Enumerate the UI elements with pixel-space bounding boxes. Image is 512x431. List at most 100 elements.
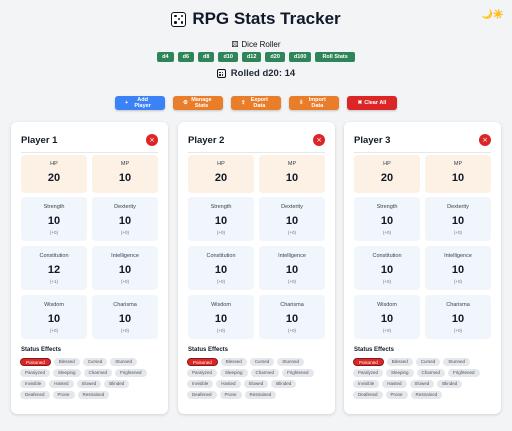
status-chip-hasted[interactable]: Hasted — [216, 380, 241, 388]
stat-wisdom[interactable]: Wisdom 10 (+0) — [21, 295, 87, 339]
status-chip-prone[interactable]: Prone — [385, 391, 408, 399]
remove-player-button[interactable]: × — [146, 134, 158, 146]
stat-value[interactable]: 10 — [354, 313, 420, 325]
status-chip-poisoned[interactable]: Poisoned — [20, 358, 51, 366]
stat-constitution[interactable]: Constitution 10 (+0) — [354, 246, 420, 290]
manage-stats-button[interactable]: ⚙ Manage Stats — [173, 96, 223, 110]
status-chip-blinded[interactable]: Blinded — [104, 380, 130, 388]
stat-value[interactable]: 20 — [21, 172, 87, 184]
status-chip-sleeping[interactable]: Sleeping — [220, 369, 248, 377]
player-name[interactable]: Player 3 — [354, 134, 491, 148]
status-chip-charmed[interactable]: Charmed — [250, 369, 280, 377]
stat-value[interactable]: 20 — [354, 172, 420, 184]
stat-value[interactable]: 20 — [188, 172, 254, 184]
status-chip-paralyzed[interactable]: Paralyzed — [20, 369, 51, 377]
status-chip-blessed[interactable]: Blessed — [53, 358, 80, 366]
status-chip-slowed[interactable]: Slowed — [243, 380, 269, 388]
clear-all-button[interactable]: ✖ Clear All — [347, 96, 397, 110]
status-chip-deafened[interactable]: Deafened — [187, 391, 217, 399]
status-chip-frightened[interactable]: Frightened — [282, 369, 314, 377]
stat-strength[interactable]: Strength 10 (+0) — [354, 197, 420, 241]
stat-value[interactable]: 10 — [188, 264, 254, 276]
status-chip-charmed[interactable]: Charmed — [416, 369, 446, 377]
status-chip-invisible[interactable]: Invisible — [353, 380, 380, 388]
roll-d10-button[interactable]: d10 — [218, 52, 238, 62]
stat-value[interactable]: 10 — [188, 215, 254, 227]
status-chip-frightened[interactable]: Frightened — [448, 369, 480, 377]
stat-wisdom[interactable]: Wisdom 10 (+0) — [188, 295, 254, 339]
stat-value[interactable]: 10 — [92, 172, 158, 184]
stat-charisma[interactable]: Charisma 10 (+0) — [425, 295, 491, 339]
stat-value[interactable]: 10 — [92, 215, 158, 227]
status-chip-restrained[interactable]: Restrained — [244, 391, 277, 399]
stat-intelligence[interactable]: Intelligence 10 (+0) — [259, 246, 325, 290]
status-chip-invisible[interactable]: Invisible — [187, 380, 214, 388]
add-player-button[interactable]: + Add Player — [115, 96, 165, 110]
status-chip-prone[interactable]: Prone — [52, 391, 75, 399]
stat-dexterity[interactable]: Dexterity 10 (+0) — [92, 197, 158, 241]
player-name[interactable]: Player 1 — [21, 134, 158, 148]
status-chip-prone[interactable]: Prone — [219, 391, 242, 399]
stat-value[interactable]: 10 — [92, 313, 158, 325]
stat-value[interactable]: 10 — [425, 215, 491, 227]
stat-value[interactable]: 10 — [188, 313, 254, 325]
roll-d8-button[interactable]: d8 — [198, 52, 215, 62]
status-chip-cursed[interactable]: Cursed — [249, 358, 275, 366]
stat-value[interactable]: 10 — [92, 264, 158, 276]
stat-strength[interactable]: Strength 10 (+0) — [188, 197, 254, 241]
stat-charisma[interactable]: Charisma 10 (+0) — [259, 295, 325, 339]
status-chip-paralyzed[interactable]: Paralyzed — [187, 369, 218, 377]
status-chip-restrained[interactable]: Restrained — [77, 391, 110, 399]
stat-mp[interactable]: MP 10 — [425, 155, 491, 193]
stat-value[interactable]: 10 — [259, 172, 325, 184]
stat-value[interactable]: 10 — [425, 172, 491, 184]
stat-value[interactable]: 10 — [354, 264, 420, 276]
player-name[interactable]: Player 2 — [188, 134, 325, 148]
status-chip-slowed[interactable]: Slowed — [409, 380, 435, 388]
status-chip-blessed[interactable]: Blessed — [386, 358, 413, 366]
stat-value[interactable]: 10 — [21, 313, 87, 325]
stat-value[interactable]: 10 — [21, 215, 87, 227]
status-chip-invisible[interactable]: Invisible — [20, 380, 47, 388]
status-chip-cursed[interactable]: Cursed — [82, 358, 108, 366]
stat-hp[interactable]: HP 20 — [354, 155, 420, 193]
roll-stats-button[interactable]: Roll Stats — [315, 52, 355, 62]
status-chip-hasted[interactable]: Hasted — [382, 380, 407, 388]
status-chip-deafened[interactable]: Deafened — [353, 391, 383, 399]
status-chip-blinded[interactable]: Blinded — [271, 380, 297, 388]
status-chip-sleeping[interactable]: Sleeping — [386, 369, 414, 377]
stat-value[interactable]: 10 — [259, 215, 325, 227]
status-chip-cursed[interactable]: Cursed — [415, 358, 441, 366]
roll-d12-button[interactable]: d12 — [241, 52, 262, 62]
roll-d100-button[interactable]: d100 — [288, 52, 312, 62]
theme-toggle-icon[interactable]: 🌙☀️ — [482, 9, 504, 20]
status-chip-restrained[interactable]: Restrained — [410, 391, 443, 399]
stat-value[interactable]: 10 — [425, 313, 491, 325]
stat-value[interactable]: 10 — [425, 264, 491, 276]
stat-value[interactable]: 10 — [354, 215, 420, 227]
remove-player-button[interactable]: × — [479, 134, 491, 146]
stat-strength[interactable]: Strength 10 (+0) — [21, 197, 87, 241]
stat-intelligence[interactable]: Intelligence 10 (+0) — [425, 246, 491, 290]
status-chip-stunned[interactable]: Stunned — [277, 358, 305, 366]
export-data-button[interactable]: ⇪ Export Data — [231, 96, 281, 110]
status-chip-poisoned[interactable]: Poisoned — [187, 358, 218, 366]
status-chip-blinded[interactable]: Blinded — [437, 380, 463, 388]
stat-hp[interactable]: HP 20 — [21, 155, 87, 193]
status-chip-sleeping[interactable]: Sleeping — [53, 369, 81, 377]
stat-value[interactable]: 12 — [21, 264, 87, 276]
stat-charisma[interactable]: Charisma 10 (+0) — [92, 295, 158, 339]
status-chip-charmed[interactable]: Charmed — [83, 369, 113, 377]
status-chip-slowed[interactable]: Slowed — [76, 380, 102, 388]
stat-constitution[interactable]: Constitution 10 (+0) — [188, 246, 254, 290]
stat-dexterity[interactable]: Dexterity 10 (+0) — [259, 197, 325, 241]
status-chip-blessed[interactable]: Blessed — [220, 358, 247, 366]
stat-mp[interactable]: MP 10 — [259, 155, 325, 193]
roll-d4-button[interactable]: d4 — [157, 52, 174, 62]
stat-constitution[interactable]: Constitution 12 (+1) — [21, 246, 87, 290]
status-chip-frightened[interactable]: Frightened — [115, 369, 147, 377]
stat-dexterity[interactable]: Dexterity 10 (+0) — [425, 197, 491, 241]
stat-value[interactable]: 10 — [259, 313, 325, 325]
stat-mp[interactable]: MP 10 — [92, 155, 158, 193]
stat-hp[interactable]: HP 20 — [188, 155, 254, 193]
